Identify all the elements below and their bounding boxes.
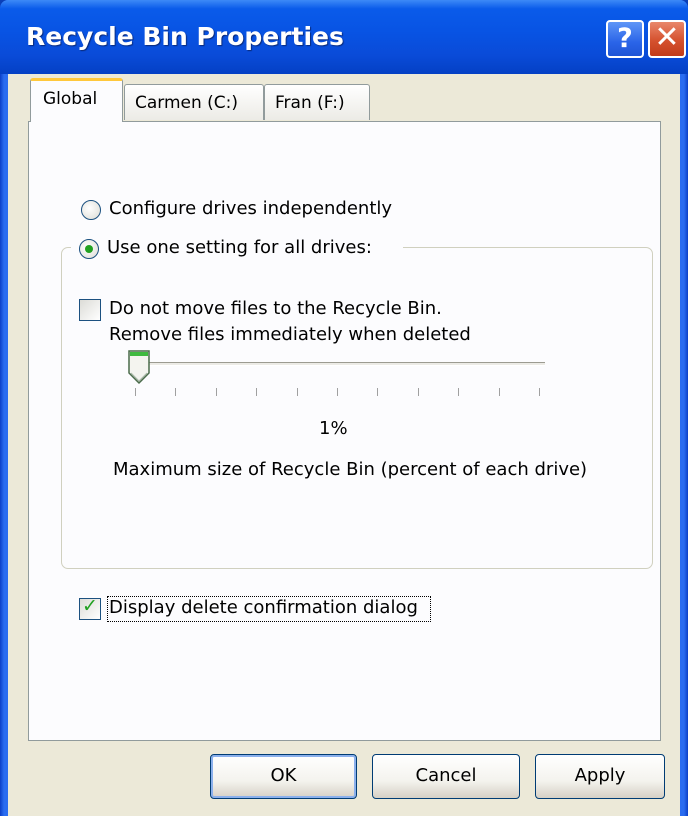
apply-button[interactable]: Apply bbox=[535, 754, 665, 799]
global-tab-panel: Configure drives independently Use one s… bbox=[28, 121, 661, 741]
remove-immediately-label: Remove files immediately when deleted bbox=[109, 324, 471, 345]
slider-tick bbox=[458, 388, 460, 396]
tab-label: Carmen (C:) bbox=[135, 93, 239, 113]
title-bar[interactable]: Recycle Bin Properties ? ✕ bbox=[0, 0, 688, 74]
close-button[interactable]: ✕ bbox=[648, 20, 686, 58]
tab-strip: Global Carmen (C:) Fran (F:) bbox=[8, 74, 680, 124]
cancel-button[interactable]: Cancel bbox=[372, 754, 520, 799]
configure-independently-radio[interactable] bbox=[81, 200, 101, 220]
tab-label: Global bbox=[43, 89, 98, 109]
tab-carmen-c[interactable]: Carmen (C:) bbox=[124, 84, 264, 120]
tab-global[interactable]: Global bbox=[30, 78, 123, 122]
slider-tick bbox=[215, 388, 217, 396]
slider-tick bbox=[377, 388, 379, 396]
slider-thumb-icon[interactable] bbox=[127, 349, 151, 385]
slider-tick bbox=[135, 388, 136, 396]
tab-fran-f[interactable]: Fran (F:) bbox=[264, 84, 370, 120]
slider-tick bbox=[256, 388, 258, 396]
slider-tick bbox=[539, 388, 540, 396]
max-size-slider-track[interactable] bbox=[129, 362, 545, 366]
radio-selected-dot bbox=[85, 245, 93, 253]
display-confirmation-checkbox[interactable]: ✓ bbox=[79, 595, 101, 620]
tab-label: Fran (F:) bbox=[275, 93, 345, 113]
close-x-icon: ✕ bbox=[654, 20, 680, 55]
slider-tick bbox=[175, 388, 177, 396]
slider-tick bbox=[296, 388, 298, 396]
use-one-setting-label[interactable]: Use one setting for all drives: bbox=[107, 237, 372, 258]
one-setting-groupbox bbox=[61, 247, 653, 569]
do-not-move-label[interactable]: Do not move files to the Recycle Bin. bbox=[109, 298, 442, 319]
dialog-client-area: Global Carmen (C:) Fran (F:) Configure d… bbox=[8, 74, 680, 816]
use-one-setting-radio[interactable] bbox=[79, 239, 99, 259]
slider-tick bbox=[498, 388, 500, 396]
ok-button[interactable]: OK bbox=[210, 754, 357, 799]
slider-value-label: 1% bbox=[319, 418, 348, 439]
do-not-move-checkbox[interactable] bbox=[79, 299, 101, 321]
configure-independently-label[interactable]: Configure drives independently bbox=[109, 198, 392, 219]
slider-tick bbox=[417, 388, 419, 396]
check-mark-icon: ✓ bbox=[82, 595, 98, 617]
display-confirmation-label[interactable]: Display delete confirmation dialog bbox=[109, 597, 418, 618]
question-mark-icon: ? bbox=[617, 23, 633, 54]
max-size-label: Maximum size of Recycle Bin (percent of … bbox=[113, 459, 588, 480]
recycle-bin-properties-window: Recycle Bin Properties ? ✕ Global Carmen… bbox=[0, 0, 688, 816]
slider-tick bbox=[337, 388, 338, 396]
window-title: Recycle Bin Properties bbox=[26, 22, 344, 51]
help-button[interactable]: ? bbox=[606, 20, 644, 58]
